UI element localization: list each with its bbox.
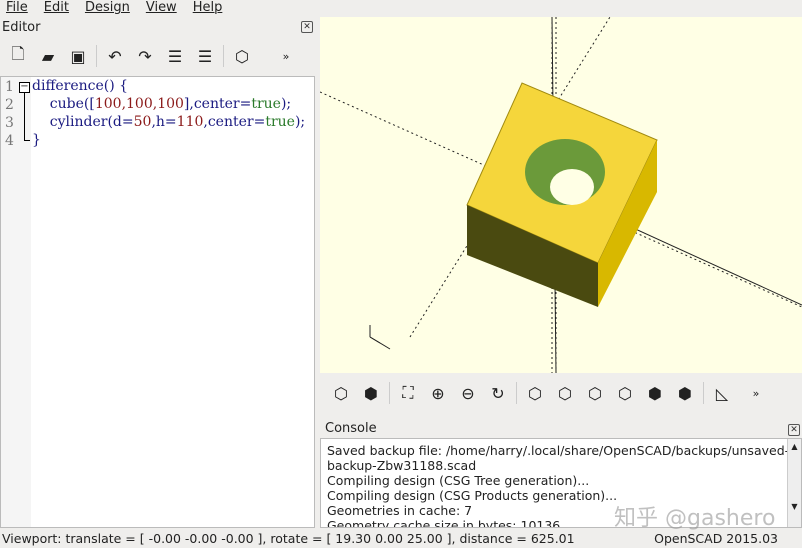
reset-view-icon[interactable]: ↻ (483, 380, 513, 406)
watermark: 知乎 @gashero (614, 506, 776, 531)
model-render (320, 17, 802, 373)
fold-icon[interactable]: − (19, 82, 30, 93)
redo-icon[interactable]: ↷ (130, 43, 160, 69)
separator (96, 45, 97, 67)
preview-icon[interactable]: ⬡ (326, 380, 356, 406)
code-editor[interactable]: 1 2 3 4 − difference() { cube([100,100,1… (0, 76, 315, 528)
new-file-icon[interactable]: 🗋 (3, 43, 33, 69)
view-front-icon[interactable]: ⬢ (640, 380, 670, 406)
zoom-out-icon[interactable]: ⊖ (453, 380, 483, 406)
editor-close-icon[interactable]: ✕ (301, 21, 313, 33)
line-number: 4 (5, 133, 14, 149)
fold-line (24, 93, 30, 141)
view-back-icon[interactable]: ⬢ (670, 380, 700, 406)
zoom-in-icon[interactable]: ⊕ (423, 380, 453, 406)
console-line: Compiling design (CSG Tree generation)..… (327, 473, 590, 488)
render-icon[interactable]: ⬢ (356, 380, 386, 406)
separator (703, 382, 704, 404)
open-file-icon[interactable]: ▰ (33, 43, 63, 69)
menubar: File Edit Design View Help (0, 0, 320, 17)
unindent-icon[interactable]: ☰ (160, 43, 190, 69)
hole-through (550, 169, 594, 205)
line-number: 3 (5, 115, 14, 131)
console-line: backup-Zbw31188.scad (327, 458, 477, 473)
view-bottom-icon[interactable]: ⬡ (580, 380, 610, 406)
editor-title: Editor (2, 20, 41, 35)
more-icon[interactable]: » (741, 380, 771, 406)
undo-icon[interactable]: ↶ (100, 43, 130, 69)
indent-icon[interactable]: ☰ (190, 43, 220, 69)
separator (223, 45, 224, 67)
console-title: Console (325, 421, 377, 436)
separator (389, 382, 390, 404)
perspective-icon[interactable]: ◺ (707, 380, 737, 406)
editor-toolbar: 🗋 ▰ ▣ ↶ ↷ ☰ ☰ ⬡ » (3, 43, 301, 69)
console-line: Saved backup file: /home/harry/.local/sh… (327, 443, 790, 458)
viewport-status: Viewport: translate = [ -0.00 -0.00 -0.0… (2, 531, 575, 546)
separator (516, 382, 517, 404)
more-icon[interactable]: » (271, 43, 301, 69)
code-line: cylinder(d=50,h=110,center=true); (32, 114, 306, 130)
axis-indicator (369, 325, 391, 350)
console-close-icon[interactable]: ✕ (788, 424, 800, 436)
status-bar: Viewport: translate = [ -0.00 -0.00 -0.0… (0, 530, 802, 548)
line-number: 2 (5, 97, 14, 113)
version-label: OpenSCAD 2015.03 (654, 531, 778, 546)
menu-edit[interactable]: Edit (44, 0, 69, 17)
save-icon[interactable]: ▣ (63, 43, 93, 69)
menu-design[interactable]: Design (85, 0, 130, 17)
menu-view[interactable]: View (146, 0, 177, 17)
menu-help[interactable]: Help (193, 0, 223, 17)
console-scrollbar[interactable]: ▲ ▼ (787, 439, 801, 527)
code-line: difference() { (32, 78, 129, 94)
view-all-icon[interactable]: ⛶ (393, 380, 423, 406)
menu-file[interactable]: File (6, 0, 28, 17)
3d-viewport[interactable] (320, 17, 802, 373)
view-right-icon[interactable]: ⬡ (520, 380, 550, 406)
view-left-icon[interactable]: ⬡ (610, 380, 640, 406)
line-gutter: 1 2 3 4 − (1, 77, 31, 527)
view-toolbar: ⬡ ⬢ ⛶ ⊕ ⊖ ↻ ⬡ ⬡ ⬡ ⬡ ⬢ ⬢ ◺ » (326, 380, 771, 406)
preview-icon[interactable]: ⬡ (227, 43, 257, 69)
code-line: cube([100,100,100],center=true); (32, 96, 292, 112)
line-number: 1 (5, 79, 14, 95)
view-top-icon[interactable]: ⬡ (550, 380, 580, 406)
code-line: } (32, 132, 41, 148)
